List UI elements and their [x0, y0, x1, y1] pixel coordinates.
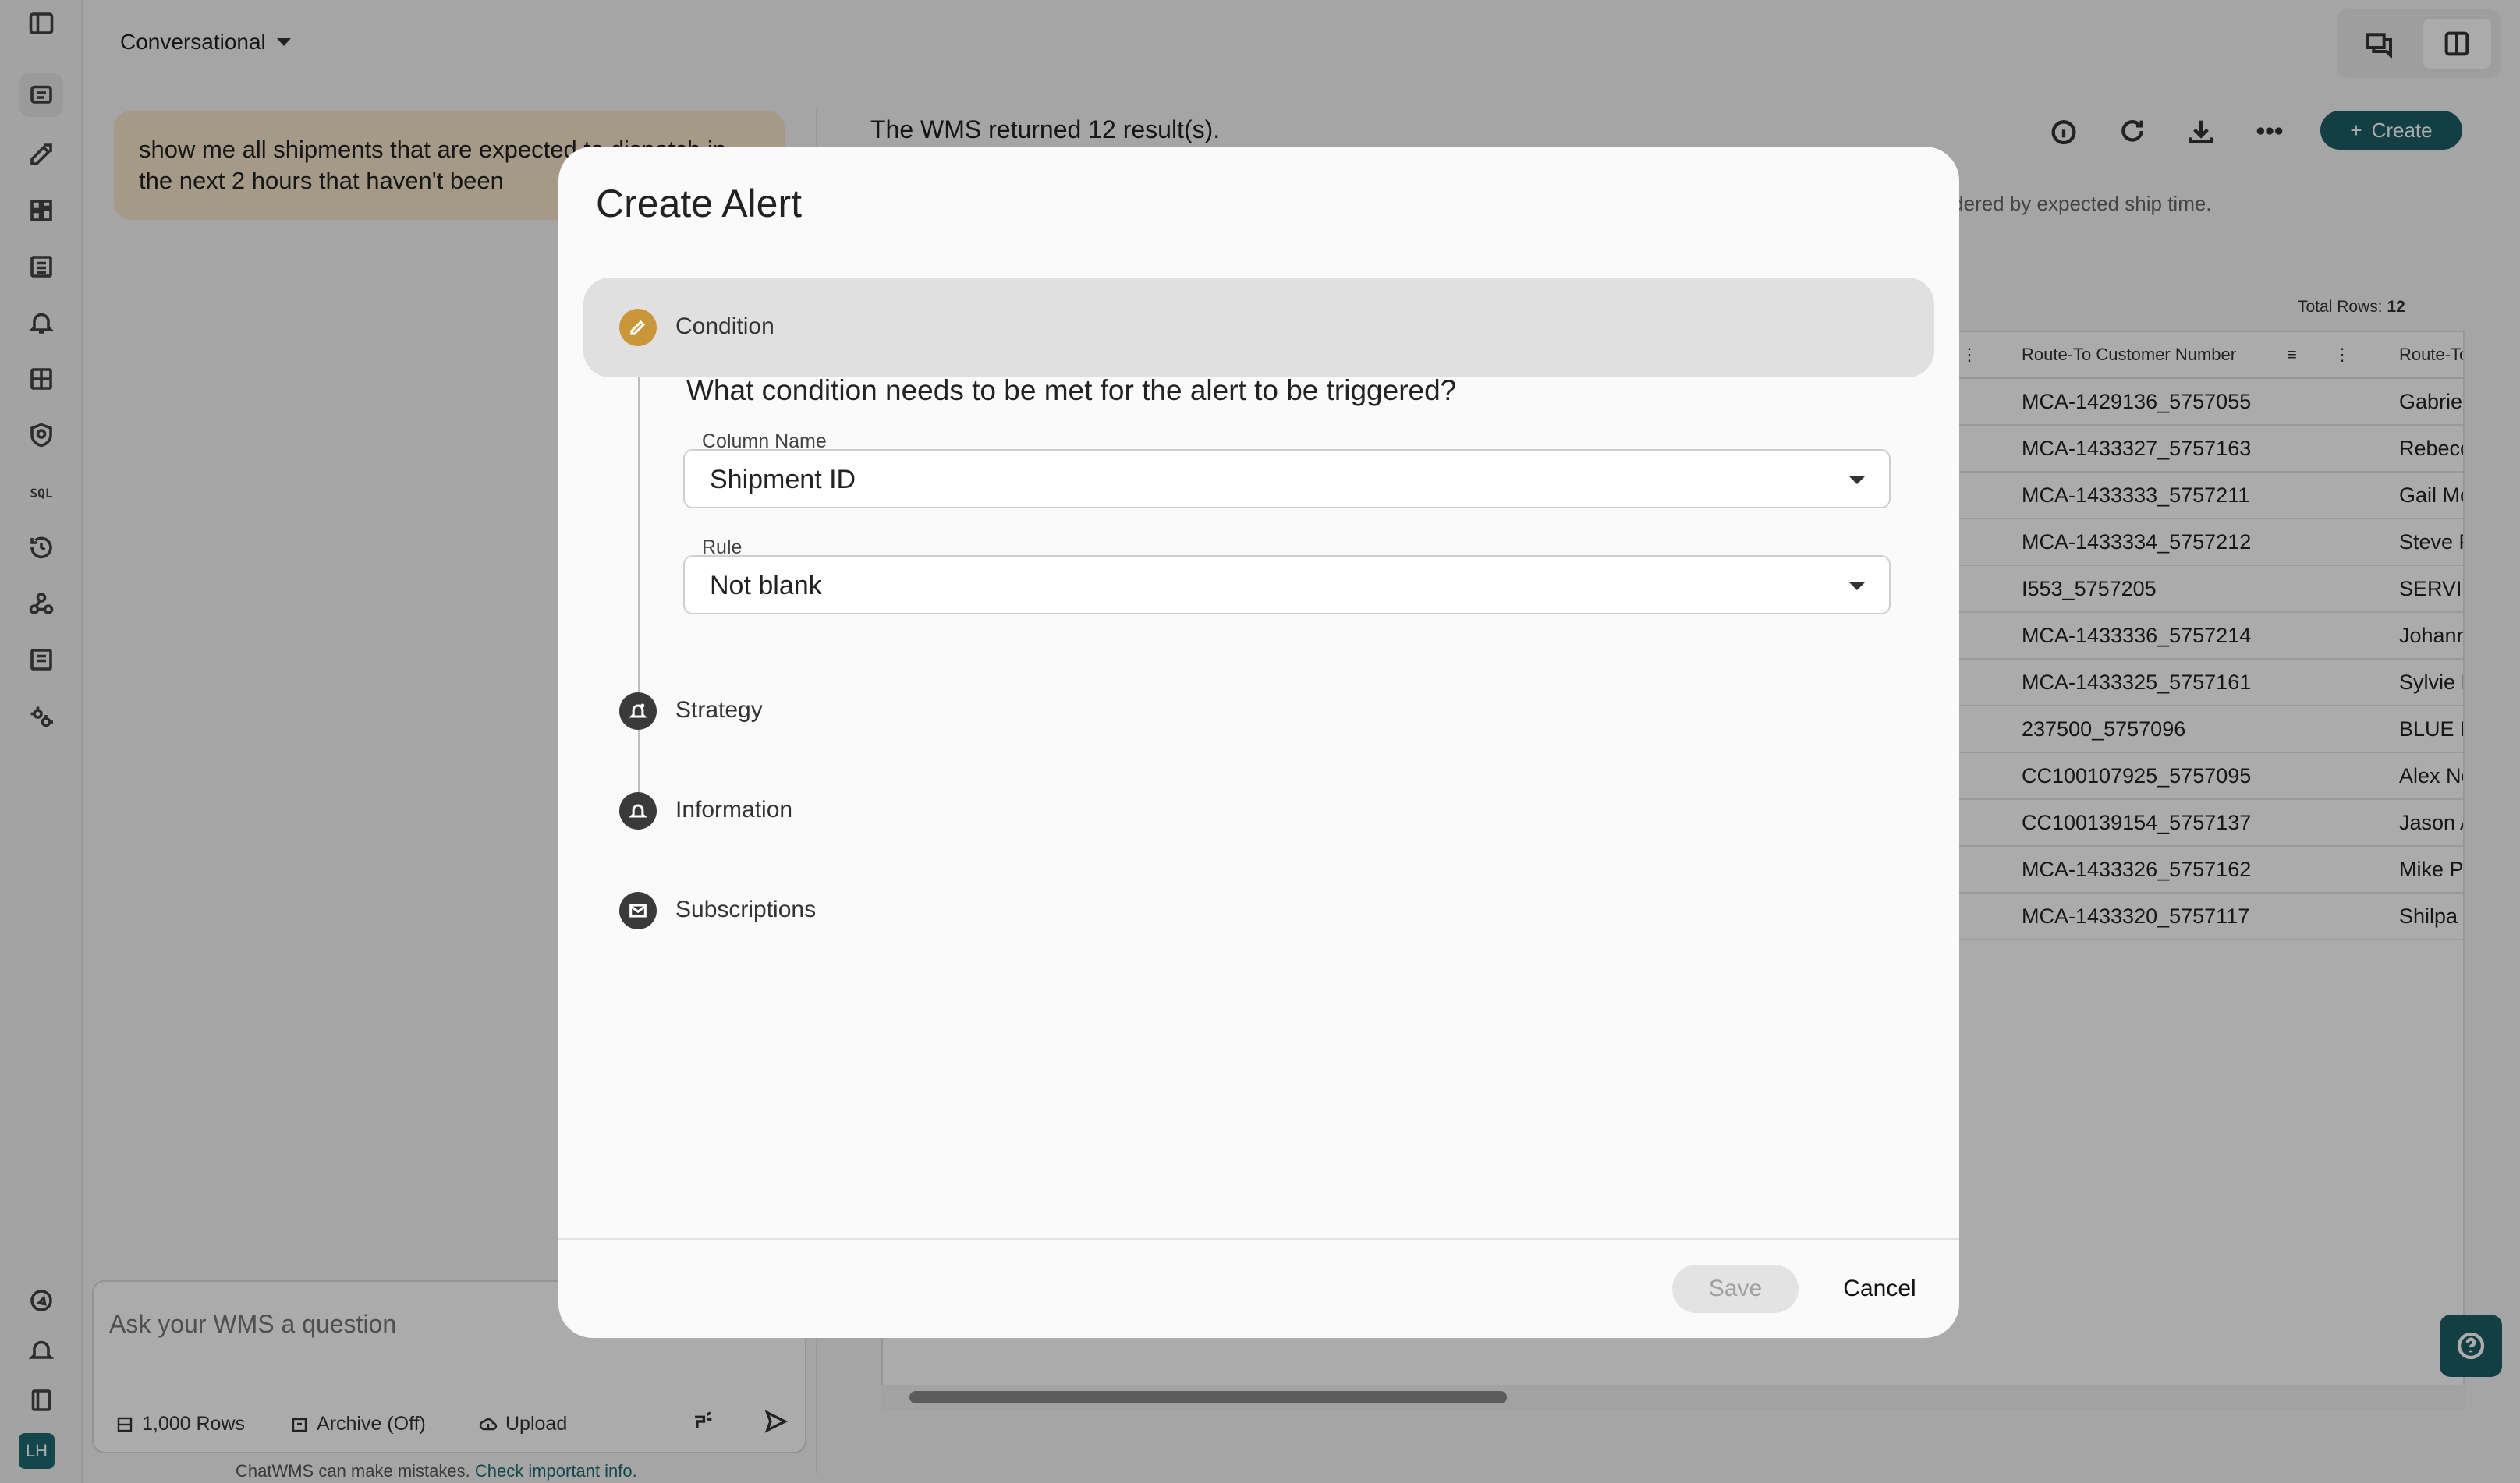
chevron-down-icon — [1848, 476, 1866, 484]
rule-value: Not blank — [710, 571, 822, 600]
save-button[interactable]: Save — [1672, 1265, 1799, 1313]
bell-icon — [619, 792, 657, 830]
step-condition[interactable] — [583, 278, 1934, 377]
step-label-subscriptions[interactable]: Subscriptions — [675, 897, 816, 923]
dialog-title: Create Alert — [596, 182, 803, 225]
cancel-button[interactable]: Cancel — [1819, 1265, 1941, 1313]
stepper-line — [638, 377, 640, 825]
chevron-down-icon — [1848, 582, 1866, 590]
create-alert-dialog: Create Alert Condition What condition ne… — [558, 147, 1959, 1338]
step-label-information[interactable]: Information — [675, 797, 792, 823]
condition-question: What condition needs to be met for the a… — [686, 374, 1457, 406]
pencil-icon — [619, 309, 657, 346]
column-name-select[interactable]: Shipment ID — [683, 449, 1891, 508]
step-label-condition: Condition — [675, 313, 774, 339]
bell-plus-icon — [619, 692, 657, 730]
rule-select[interactable]: Not blank — [683, 555, 1891, 614]
mail-icon — [619, 892, 657, 929]
dialog-footer-divider — [558, 1238, 1959, 1240]
step-label-strategy[interactable]: Strategy — [675, 697, 763, 724]
app-root: SQL LH Conversational show me all shipme… — [0, 0, 2520, 1483]
column-name-value: Shipment ID — [710, 465, 856, 494]
